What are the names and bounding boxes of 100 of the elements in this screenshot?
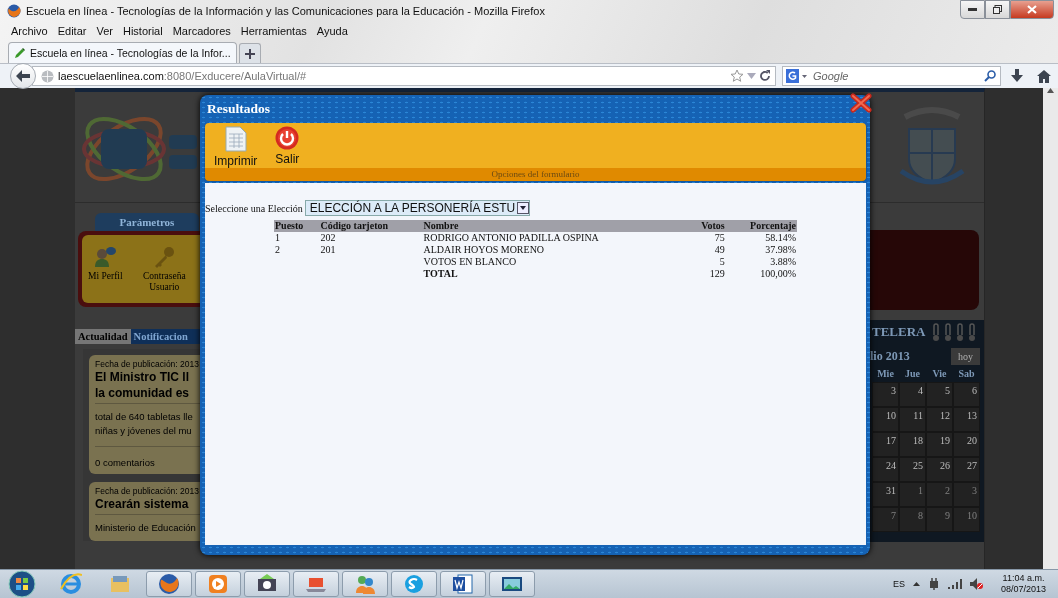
calendar-day[interactable]: 3 [872,382,899,407]
column-header: Porcentaje [725,220,797,232]
restore-button[interactable] [985,0,1010,19]
calendar-day[interactable]: 10 [953,507,980,532]
address-field[interactable]: laescuelaenlinea.com:8080/Exducere/AulaVirtual/# [32,66,776,86]
news-headline[interactable]: Crearán sistema [95,496,200,512]
scrollbar[interactable] [1043,88,1058,569]
dropdown-caret-icon [520,206,527,210]
browser-tab[interactable]: Escuela en línea - Tecnologías de la Infor... [8,42,237,63]
calendar-day[interactable]: 26 [926,457,953,482]
table-cell: 202 [319,232,423,244]
table-cell-text: 3.88% [769,256,797,268]
user-profile-icon [93,245,118,269]
menu-item[interactable]: Archivo [6,24,53,37]
calendar-day[interactable]: 17 [872,432,899,457]
language-indicator[interactable]: ES [892,579,905,589]
url-text: laescuelaenlinea.com:8080/Exducere/AulaVirtual/# [58,70,307,82]
print-button[interactable]: Imprimir [212,126,260,168]
search-icon[interactable] [984,70,996,82]
calendar-day[interactable]: 6 [953,382,980,407]
election-select[interactable]: ELECCIÓN A LA PERSONERÍA ESTU [304,200,531,216]
table-cell-text: 49 [713,244,726,256]
calendar-day[interactable]: 12 [926,407,953,432]
news-summary: niñas y jóvenes del mu [95,424,193,438]
power-plug-icon[interactable] [927,578,940,590]
column-header: Votos [678,220,726,232]
back-button[interactable] [10,63,36,89]
table-cell-text: 100,00% [759,268,797,280]
calendar-day[interactable]: 11 [899,407,926,432]
menu-item[interactable]: Ver [91,24,118,37]
new-tab-button[interactable] [238,43,261,63]
news-summary: Ministerio de Educación [95,521,197,535]
close-button[interactable] [1010,0,1054,19]
shortcut[interactable]: Mi Perfil [88,245,123,303]
calendar-day[interactable]: 24 [872,457,899,482]
menu-item[interactable]: Ayuda [311,24,353,37]
today-button[interactable]: hoy [951,347,980,365]
star-icon[interactable] [730,69,744,83]
publication-date: Fecha de publicación: 2013 [95,486,200,496]
calendar-day[interactable]: 7 [872,507,899,532]
home-icon[interactable] [1037,69,1051,83]
people-icon [354,573,376,595]
table-cell: RODRIGO ANTONIO PADILLA OSPINA [422,232,679,244]
exit-button[interactable]: Salir [273,126,302,168]
news-tab[interactable]: Notificacion [130,329,200,344]
weekday-label: Sab [957,368,976,381]
browser-e-icon [60,573,82,595]
calendar-day[interactable]: 9 [926,507,953,532]
search-engine-icon[interactable] [786,69,808,83]
calendar-day[interactable]: 1 [899,482,926,507]
calendar-day[interactable]: 19 [926,432,953,457]
calendar-day[interactable]: 13 [953,407,980,432]
menu-item[interactable]: Editar [52,24,92,37]
shortcut[interactable]: Contraseña Usuario [128,245,200,303]
search-field[interactable]: Google [782,66,1001,86]
table-cell: 58.14% [725,232,797,244]
news-summary: total de 640 tabletas lle [95,410,194,424]
calendar-day[interactable]: 3 [953,482,980,507]
close-icon[interactable] [850,93,872,113]
taskbar-app-button[interactable] [244,571,290,597]
word-processor-icon [452,573,474,595]
calendar-day[interactable]: 4 [899,382,926,407]
download-icon[interactable] [1011,69,1023,83]
power-icon [275,126,300,150]
calendar-day[interactable]: 5 [926,382,953,407]
news-tab[interactable]: Actualidad [75,329,131,344]
table-cell-text: 5 [718,256,726,268]
plus-icon [244,48,255,59]
calendar-day[interactable]: 20 [953,432,980,457]
news-headline[interactable]: El Ministro TIC ll [95,369,200,385]
parameters-tab[interactable]: Parámetros [95,213,199,231]
calendar-day[interactable]: 10 [872,407,899,432]
clock[interactable]: 11:04 a.m. 08/07/2013 [1000,573,1046,595]
calendar-day[interactable]: 8 [899,507,926,532]
start-button-icon[interactable] [8,570,36,598]
browser-logo-icon [7,4,21,18]
speaker-muted-icon[interactable] [969,578,983,590]
column-header: Puesto [274,220,320,232]
menu-item[interactable]: Marcadores [167,24,236,37]
column-header: Código tarjeton [319,220,423,232]
calendar-day[interactable]: 25 [899,457,926,482]
calendar-title: TELERA [872,324,926,340]
menu-item[interactable]: Historial [117,24,168,37]
calendar-day[interactable]: 27 [953,457,980,482]
menu-item[interactable]: Herramientas [235,24,312,37]
taskbar-app-button[interactable] [489,571,535,597]
back-arrow-icon [16,70,30,82]
calendar-day[interactable]: 18 [899,432,926,457]
news-headline[interactable]: la comunidad es [95,385,200,401]
signal-bars-icon[interactable] [947,579,962,589]
calendar-day[interactable]: 31 [872,482,899,507]
taskbar-app-button[interactable] [440,571,486,597]
weekday-label: Jue [904,368,921,381]
show-hidden-icons-icon[interactable] [912,582,920,586]
minimize-button[interactable] [960,0,985,19]
chat-s-icon [403,573,425,595]
reload-icon[interactable] [759,70,771,82]
weekday-label: Vie [931,368,948,381]
taskbar-app-button[interactable] [146,571,192,597]
calendar-day[interactable]: 2 [926,482,953,507]
